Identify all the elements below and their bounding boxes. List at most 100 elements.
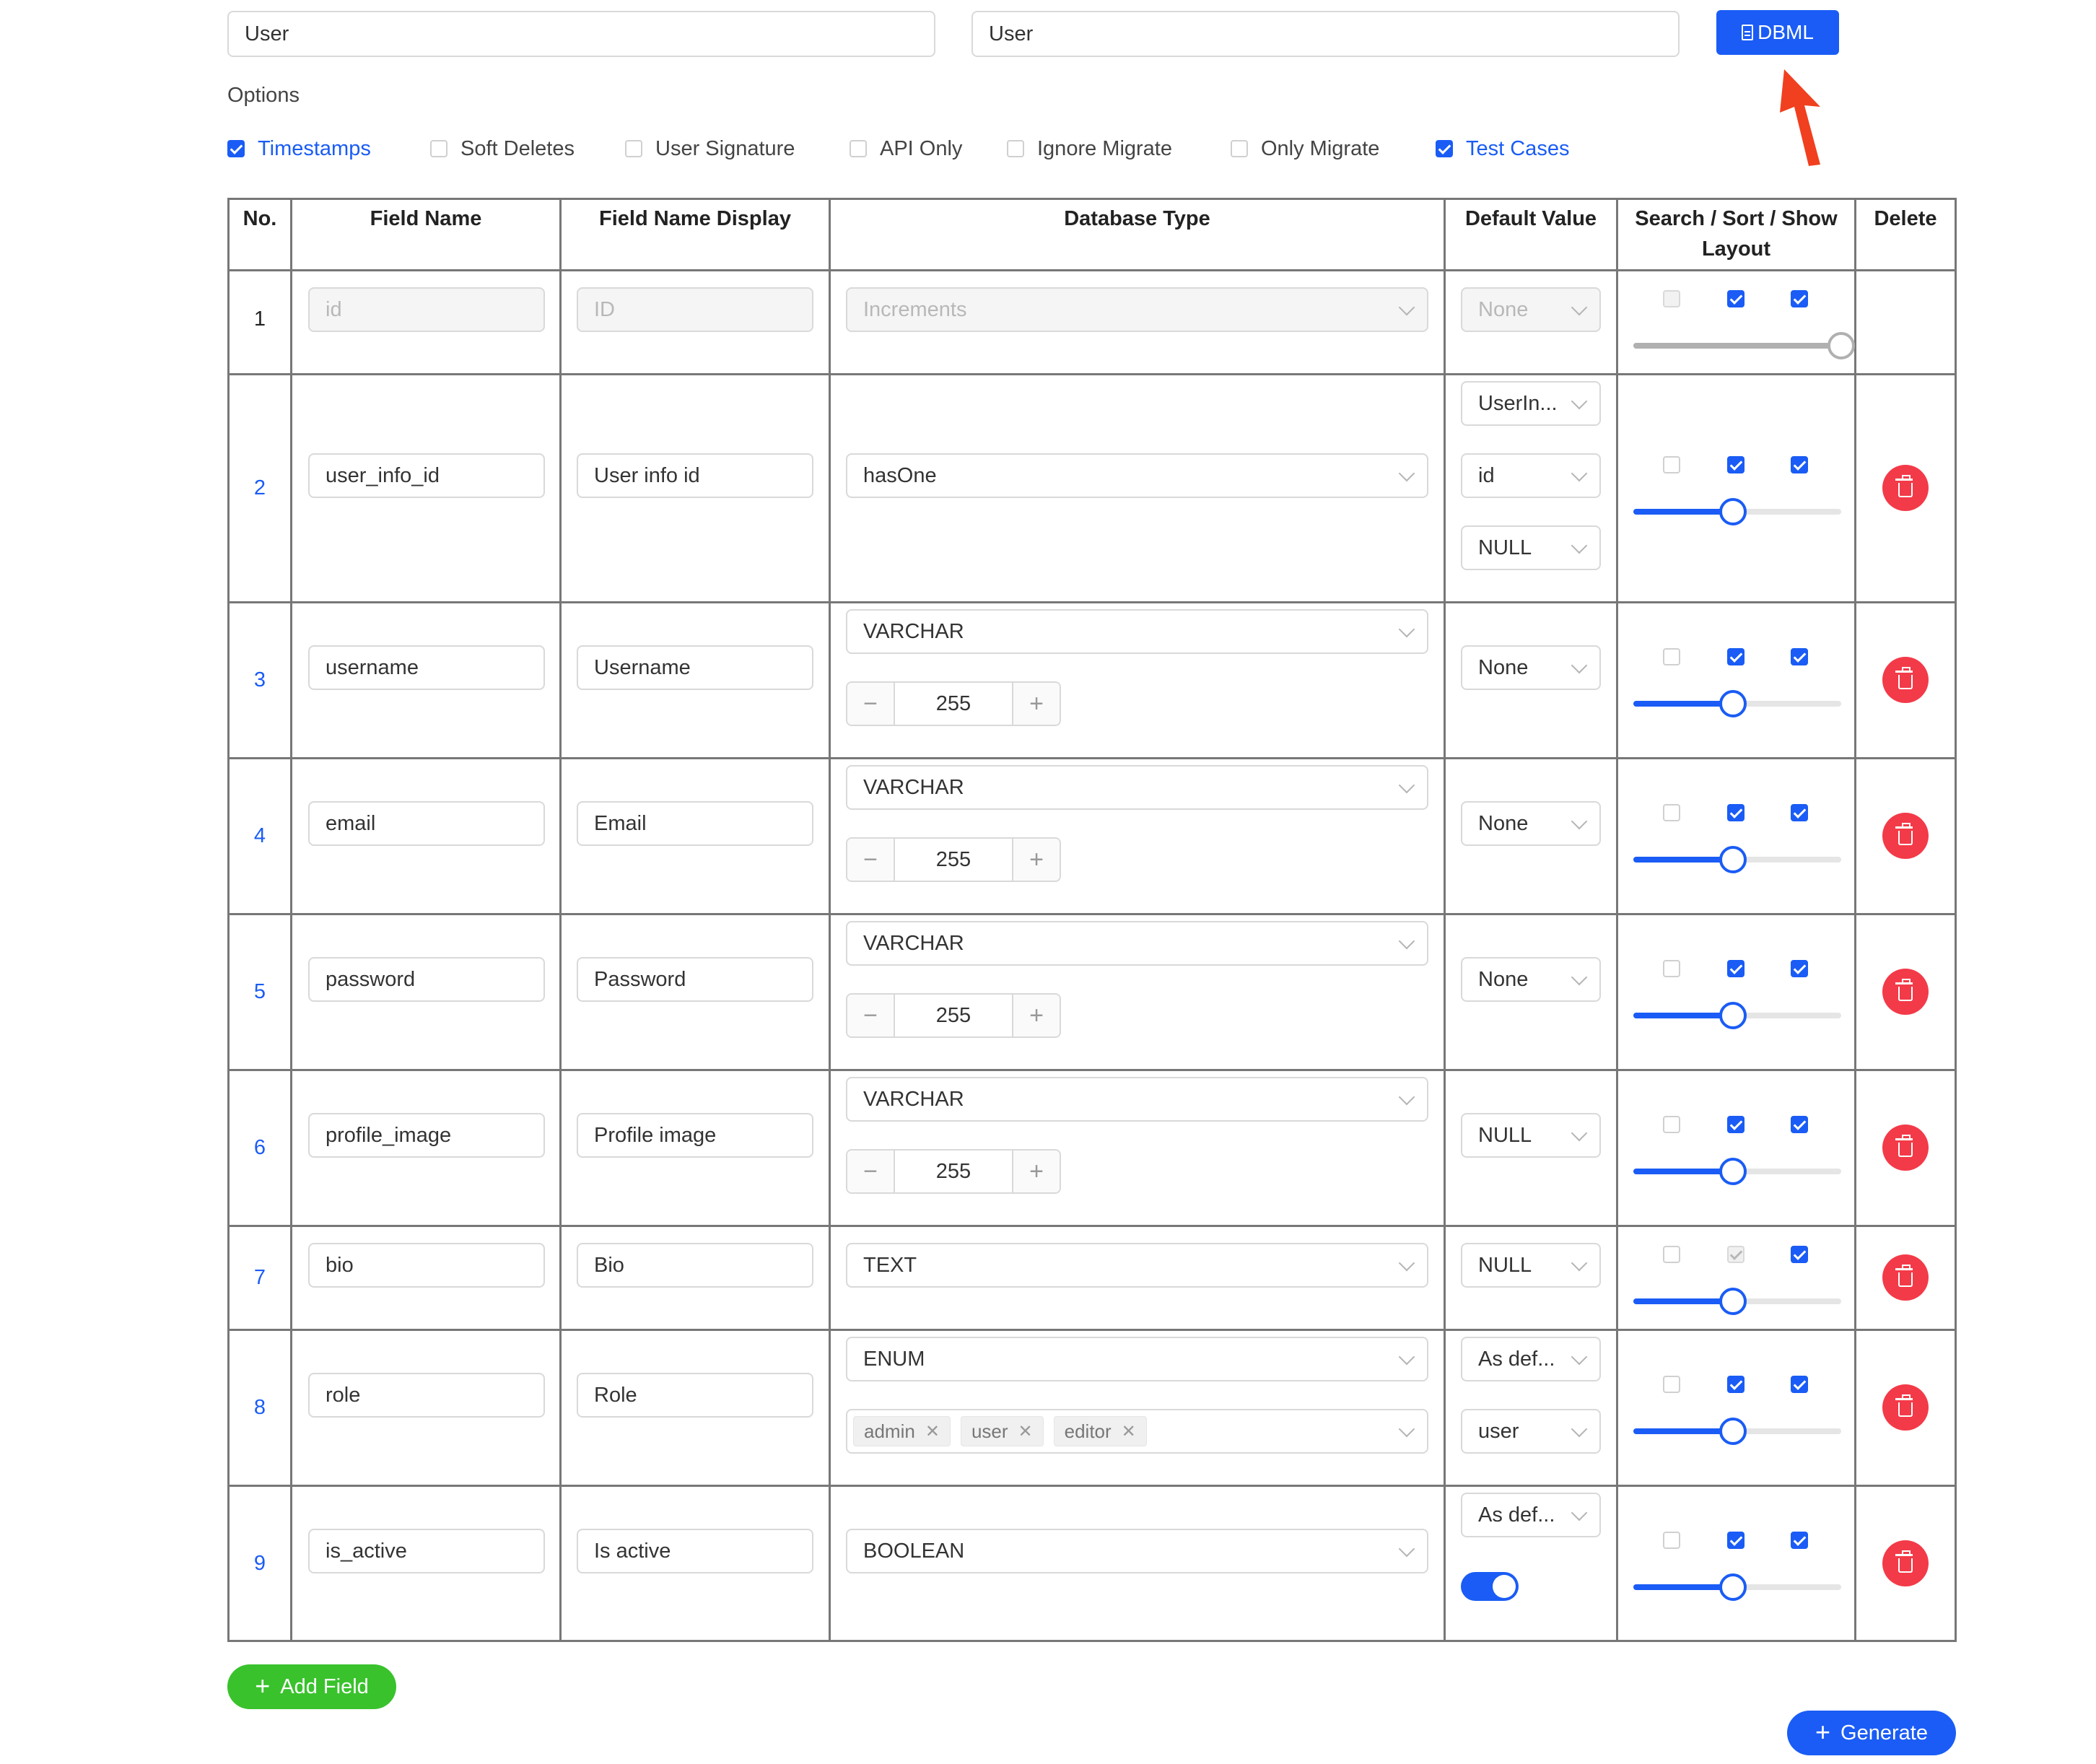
search-checkbox[interactable] — [1663, 804, 1680, 821]
field-name-input[interactable]: role — [308, 1373, 545, 1418]
sort-checkbox[interactable] — [1727, 1532, 1745, 1549]
field-display-input[interactable]: ID — [577, 287, 813, 332]
ignore-migrate-checkbox[interactable] — [1007, 140, 1024, 157]
field-display-input[interactable]: Role — [577, 1373, 813, 1418]
slider-handle[interactable] — [1719, 1418, 1747, 1445]
database-type-select[interactable]: BOOLEAN — [846, 1529, 1428, 1573]
show-checkbox[interactable] — [1791, 456, 1808, 473]
slider-handle[interactable] — [1719, 690, 1747, 717]
field-display-input[interactable]: Email — [577, 801, 813, 846]
layout-slider[interactable] — [1633, 1418, 1841, 1445]
field-name-input[interactable]: email — [308, 801, 545, 846]
default-value-select[interactable]: None — [1461, 645, 1601, 690]
database-type-select[interactable]: hasOne — [846, 453, 1428, 498]
layout-slider[interactable] — [1633, 1158, 1841, 1185]
length-value[interactable]: 255 — [895, 683, 1012, 725]
option-api-only[interactable]: API Only — [850, 134, 962, 163]
option-ignore-migrate[interactable]: Ignore Migrate — [1007, 134, 1172, 163]
model-name-input[interactable]: User — [227, 11, 935, 57]
default-key-select[interactable]: id — [1461, 453, 1601, 498]
length-value[interactable]: 255 — [895, 1150, 1012, 1192]
default-value-select[interactable]: NULL — [1461, 1113, 1601, 1158]
delete-row-button[interactable] — [1882, 1540, 1929, 1586]
option-test-cases[interactable]: Test Cases — [1436, 134, 1569, 163]
layout-slider[interactable] — [1633, 332, 1855, 359]
delete-row-button[interactable] — [1882, 1254, 1929, 1301]
database-type-select[interactable]: VARCHAR — [846, 765, 1428, 810]
api-only-checkbox[interactable] — [850, 140, 867, 157]
layout-slider[interactable] — [1633, 846, 1841, 873]
field-name-input[interactable]: user_info_id — [308, 453, 545, 498]
default-type-select[interactable]: As def... — [1461, 1337, 1601, 1381]
dbml-button[interactable]: DBML — [1716, 10, 1839, 55]
search-checkbox[interactable] — [1663, 648, 1680, 665]
option-timestamps[interactable]: Timestamps — [227, 134, 371, 163]
sort-checkbox[interactable] — [1727, 290, 1745, 307]
only-migrate-checkbox[interactable] — [1231, 140, 1248, 157]
option-only-migrate[interactable]: Only Migrate — [1231, 134, 1379, 163]
show-checkbox[interactable] — [1791, 290, 1808, 307]
field-display-input[interactable]: Bio — [577, 1243, 813, 1288]
field-name-input[interactable]: bio — [308, 1243, 545, 1288]
show-checkbox[interactable] — [1791, 1532, 1808, 1549]
layout-slider[interactable] — [1633, 1573, 1841, 1601]
field-display-input[interactable]: Profile image — [577, 1113, 813, 1158]
database-type-select[interactable]: TEXT — [846, 1243, 1428, 1288]
delete-row-button[interactable] — [1882, 1384, 1929, 1431]
option-user-signature[interactable]: User Signature — [625, 134, 795, 163]
layout-slider[interactable] — [1633, 1288, 1841, 1315]
increment-button[interactable]: + — [1012, 1150, 1060, 1192]
field-display-input[interactable]: Is active — [577, 1529, 813, 1573]
length-value[interactable]: 255 — [895, 839, 1012, 881]
sort-checkbox[interactable] — [1727, 1116, 1745, 1133]
increment-button[interactable]: + — [1012, 683, 1060, 725]
user-signature-checkbox[interactable] — [625, 140, 642, 157]
length-stepper[interactable]: − 255 + — [846, 837, 1061, 882]
sort-checkbox[interactable] — [1727, 804, 1745, 821]
decrement-button[interactable]: − — [847, 839, 895, 881]
search-checkbox[interactable] — [1663, 1116, 1680, 1133]
delete-row-button[interactable] — [1882, 969, 1929, 1015]
field-name-input[interactable]: profile_image — [308, 1113, 545, 1158]
default-model-select[interactable]: UserIn... — [1461, 381, 1601, 426]
field-name-input[interactable]: id — [308, 287, 545, 332]
table-name-input[interactable]: User — [971, 11, 1680, 57]
timestamps-checkbox[interactable] — [227, 140, 245, 157]
show-checkbox[interactable] — [1791, 648, 1808, 665]
layout-slider[interactable] — [1633, 1002, 1841, 1029]
database-type-select[interactable]: VARCHAR — [846, 1077, 1428, 1122]
database-type-select[interactable]: Increments — [846, 287, 1428, 332]
length-value[interactable]: 255 — [895, 995, 1012, 1036]
add-field-button[interactable]: + Add Field — [227, 1664, 396, 1709]
sort-checkbox[interactable] — [1727, 1246, 1745, 1263]
search-checkbox[interactable] — [1663, 1246, 1680, 1263]
length-stepper[interactable]: − 255 + — [846, 681, 1061, 726]
delete-row-button[interactable] — [1882, 813, 1929, 859]
decrement-button[interactable]: − — [847, 683, 895, 725]
field-name-input[interactable]: password — [308, 957, 545, 1002]
default-type-select[interactable]: As def... — [1461, 1493, 1601, 1537]
default-value-select[interactable]: user — [1461, 1409, 1601, 1454]
enum-values-select[interactable]: admin ✕ user ✕ editor ✕ — [846, 1409, 1428, 1454]
increment-button[interactable]: + — [1012, 995, 1060, 1036]
slider-handle[interactable] — [1719, 1573, 1747, 1601]
slider-handle[interactable] — [1719, 498, 1747, 525]
slider-handle[interactable] — [1719, 1158, 1747, 1185]
default-toggle[interactable] — [1461, 1572, 1519, 1601]
length-stepper[interactable]: − 255 + — [846, 1149, 1061, 1194]
default-value-select[interactable]: NULL — [1461, 1243, 1601, 1288]
field-display-input[interactable]: User info id — [577, 453, 813, 498]
database-type-select[interactable]: VARCHAR — [846, 921, 1428, 966]
close-icon[interactable]: ✕ — [1122, 1421, 1136, 1442]
show-checkbox[interactable] — [1791, 804, 1808, 821]
sort-checkbox[interactable] — [1727, 456, 1745, 473]
database-type-select[interactable]: ENUM — [846, 1337, 1428, 1381]
show-checkbox[interactable] — [1791, 960, 1808, 977]
show-checkbox[interactable] — [1791, 1246, 1808, 1263]
show-checkbox[interactable] — [1791, 1116, 1808, 1133]
soft-deletes-checkbox[interactable] — [430, 140, 447, 157]
decrement-button[interactable]: − — [847, 995, 895, 1036]
close-icon[interactable]: ✕ — [1018, 1421, 1033, 1442]
slider-handle[interactable] — [1719, 1288, 1747, 1315]
increment-button[interactable]: + — [1012, 839, 1060, 881]
